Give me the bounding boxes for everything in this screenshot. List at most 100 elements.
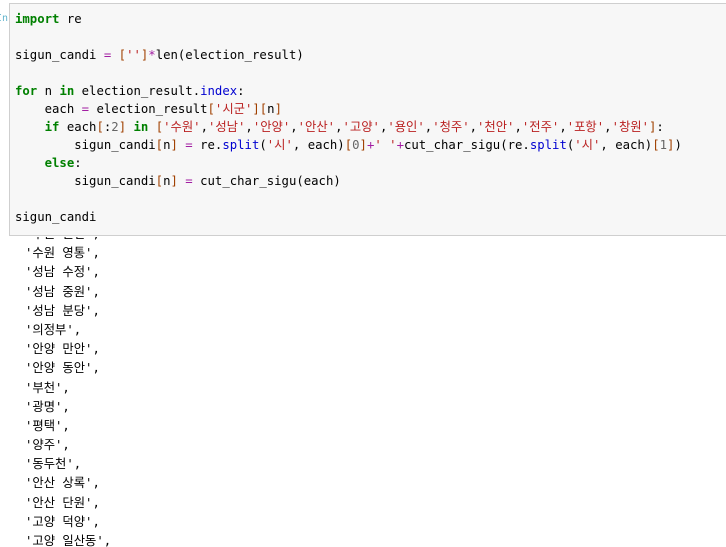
code-token: for — [15, 84, 38, 98]
code-token: [ — [207, 102, 215, 116]
code-token: [ — [96, 120, 104, 134]
python-source-code[interactable]: import re sigun_candi = ['']*len(electio… — [15, 10, 682, 226]
code-token: '수원' — [163, 120, 201, 134]
code-token: ] — [170, 174, 178, 188]
output-line: '안양 만안', — [25, 342, 100, 357]
code-token: [ — [155, 174, 164, 188]
output-line: '동두천', — [25, 457, 82, 472]
output-line: '광명', — [25, 399, 70, 414]
code-token: '포항' — [566, 120, 605, 134]
code-token: '청주' — [432, 120, 470, 134]
code-token: sigun_candi — [15, 174, 156, 188]
code-token: '고양' — [342, 120, 380, 134]
code-input-area[interactable]: import re sigun_candi = ['']*len(electio… — [9, 3, 726, 236]
code-token: ' ' — [374, 138, 397, 152]
code-token: , — [245, 120, 253, 134]
code-token: re. — [192, 138, 223, 152]
code-token: : — [237, 84, 245, 98]
code-token: sigun_candi — [15, 210, 97, 224]
code-token: [ — [652, 138, 660, 152]
code-token: ] — [170, 138, 178, 152]
code-token: = — [185, 138, 193, 152]
jupyter-notebook-cell: In [ ]: import re sigun_candi = ['']*len… — [0, 0, 726, 547]
code-token: '시군' — [214, 102, 253, 116]
code-token: , — [335, 120, 343, 134]
output-line: '수원 권선', — [25, 237, 111, 244]
output-line: '성남 분당', — [25, 303, 100, 318]
code-token: : — [74, 156, 82, 170]
code-token: = — [81, 102, 90, 116]
code-token: '안산' — [297, 120, 336, 134]
code-token: if — [44, 120, 60, 134]
output-line: '수원 영통', — [25, 246, 100, 261]
output-line: '안산 상록', — [25, 476, 100, 491]
code-token: [ — [155, 138, 164, 152]
code-token: split — [529, 138, 567, 152]
code-token: 0 — [352, 138, 360, 152]
code-token: import — [15, 12, 60, 26]
code-token: re — [59, 12, 82, 26]
code-token: 1 — [659, 138, 668, 152]
output-line: '양주', — [25, 438, 70, 453]
code-token: ( — [259, 138, 267, 152]
code-token: , each) — [600, 138, 653, 152]
code-token: '시' — [574, 138, 601, 152]
output-line: '안산 단원', — [25, 495, 100, 510]
output-text-list: '수원 권선', '수원 영통', '성남 수정', '성남 중원', '성남 분당',… — [25, 237, 111, 547]
output-line: '성남 수정', — [25, 265, 100, 280]
code-token: '안양' — [252, 120, 291, 134]
code-token: ) — [674, 138, 682, 152]
output-line: '의정부', — [25, 322, 82, 337]
code-token: split — [222, 138, 260, 152]
code-token: ] — [359, 138, 367, 152]
output-line: '안양 동안', — [25, 361, 100, 376]
code-token: , — [200, 120, 208, 134]
code-token: , — [604, 120, 612, 134]
code-token: cut_char_sigu(each) — [192, 174, 341, 188]
code-token: , — [290, 120, 298, 134]
code-token: '창원' — [611, 120, 649, 134]
code-token: each — [15, 102, 82, 116]
code-token: [ — [344, 138, 353, 152]
code-token: '시' — [266, 138, 293, 152]
code-token: cut_char_sigu(re. — [403, 138, 530, 152]
code-token: n — [267, 102, 275, 116]
code-token: in — [133, 120, 149, 134]
code-token: sigun_candi — [15, 138, 156, 152]
code-token: each — [59, 120, 97, 134]
code-token: '전주' — [521, 120, 560, 134]
code-token: ] — [118, 120, 127, 134]
code-token: '용인' — [387, 120, 425, 134]
code-token: len — [155, 48, 178, 62]
code-token: = — [185, 174, 193, 188]
code-token: (election_result) — [177, 48, 304, 62]
code-token: + — [396, 138, 404, 152]
code-token: * — [148, 48, 156, 62]
code-token: election_result. — [74, 84, 201, 98]
code-token: , each) — [292, 138, 345, 152]
code-token: n — [37, 84, 60, 98]
output-line: '부천', — [25, 380, 70, 395]
code-token: , — [559, 120, 567, 134]
output-line: '평택', — [25, 418, 70, 433]
code-token: [ — [155, 120, 164, 134]
output-line: '고양 덕양', — [25, 514, 100, 529]
code-token: in — [59, 84, 75, 98]
code-token: ] — [252, 102, 260, 116]
code-token: '성남' — [207, 120, 246, 134]
code-token: : — [656, 120, 664, 134]
code-token: [ — [118, 48, 127, 62]
code-token: election_result — [89, 102, 208, 116]
code-token: , — [469, 120, 478, 134]
code-token: index — [200, 84, 238, 98]
code-token: else — [44, 156, 75, 170]
code-token: , — [514, 120, 522, 134]
code-token: 2 — [111, 120, 119, 134]
code-token: '' — [126, 48, 141, 62]
cell-output-area: '수원 권선', '수원 영통', '성남 수정', '성남 중원', '성남 분당',… — [0, 237, 726, 547]
output-line: '고양 일산동', — [25, 534, 112, 547]
